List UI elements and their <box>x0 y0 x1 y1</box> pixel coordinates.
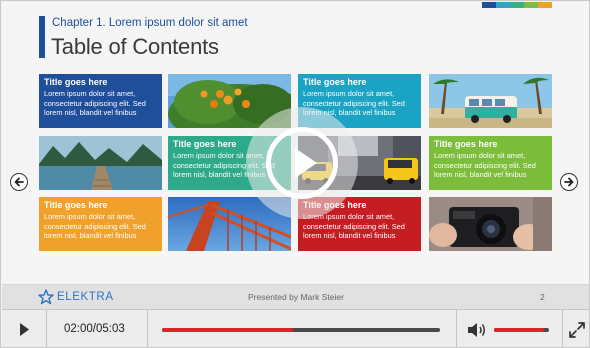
seek-bar[interactable] <box>162 328 440 332</box>
fullscreen-button[interactable] <box>567 320 587 340</box>
chapter-label: Chapter 1. Lorem ipsum dolor sit amet <box>52 17 248 29</box>
tile-body: Lorem ipsum dolor sit amet, consectetur … <box>44 212 146 241</box>
seek-progress <box>162 328 293 332</box>
speaker-icon <box>468 323 485 337</box>
player-controls: 02:00/05:03 <box>2 309 589 347</box>
volume-slider[interactable] <box>494 328 549 332</box>
page-number: 2 <box>540 292 545 302</box>
divider <box>562 310 563 347</box>
tile-title: Title goes here <box>303 77 367 87</box>
camper-van-beach-photo[interactable] <box>429 74 552 128</box>
center-play-button[interactable] <box>266 127 338 199</box>
tile-title: Title goes here <box>44 200 108 210</box>
lake-pier-photo[interactable] <box>39 136 162 190</box>
arrow-right-icon <box>564 177 574 187</box>
player-frame: Chapter 1. Lorem ipsum dolor sit amet Ta… <box>0 0 590 348</box>
toc-tile-1[interactable]: Title goes here Lorem ipsum dolor sit am… <box>39 74 162 128</box>
brand-color-strip <box>482 2 552 8</box>
volume-level <box>494 328 544 332</box>
next-slide-button[interactable] <box>560 173 578 191</box>
tile-body: Lorem ipsum dolor sit amet, consectetur … <box>303 212 405 241</box>
playback-time: 02:00/05:03 <box>64 323 125 335</box>
divider <box>147 310 148 347</box>
star-logo-icon <box>38 289 54 305</box>
divider <box>456 310 457 347</box>
arrow-left-icon <box>14 177 24 187</box>
tile-title: Title goes here <box>434 139 498 149</box>
toc-tile-4[interactable]: Title goes here Lorem ipsum dolor sit am… <box>429 136 552 190</box>
slide-footer: ELEKTRA Presented by Mark Steier 2 <box>2 284 589 309</box>
presenter-label: Presented by Mark Steier <box>248 292 344 302</box>
tile-title: Title goes here <box>173 139 237 149</box>
tile-title: Title goes here <box>44 77 108 87</box>
divider <box>46 310 47 347</box>
page-title: Table of Contents <box>51 34 219 59</box>
expand-icon <box>569 322 585 338</box>
tile-body: Lorem ipsum dolor sit amet, consectetur … <box>434 151 536 180</box>
play-button[interactable] <box>2 310 46 347</box>
mute-button[interactable] <box>466 320 488 340</box>
camera-hands-photo[interactable] <box>429 197 552 251</box>
title-accent-bar <box>39 16 45 58</box>
play-icon <box>295 148 317 178</box>
play-icon <box>20 323 29 336</box>
slide: Chapter 1. Lorem ipsum dolor sit amet Ta… <box>2 2 589 284</box>
tile-body: Lorem ipsum dolor sit amet, consectetur … <box>44 89 146 118</box>
brand-name: ELEKTRA <box>57 291 114 303</box>
toc-tile-5[interactable]: Title goes here Lorem ipsum dolor sit am… <box>39 197 162 251</box>
previous-slide-button[interactable] <box>10 173 28 191</box>
